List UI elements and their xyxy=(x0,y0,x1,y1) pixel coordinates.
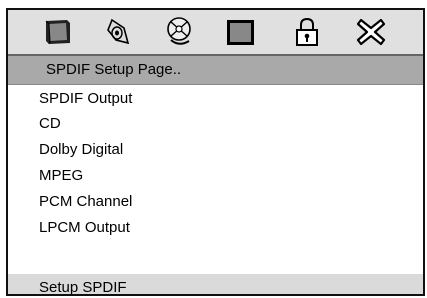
setup-category-bar xyxy=(8,10,423,56)
menu-item-spdif-output[interactable]: SPDIF Output xyxy=(39,90,132,112)
audio-speaker-icon[interactable] xyxy=(102,16,134,48)
page-title-bar: SPDIF Setup Page.. xyxy=(8,56,423,85)
status-text: Setup SPDIF xyxy=(39,279,127,296)
video-screen-icon[interactable] xyxy=(224,16,256,48)
status-bar: Setup SPDIF xyxy=(8,274,423,296)
menu-item-dolby-digital[interactable]: Dolby Digital xyxy=(39,141,123,163)
tv-screen-icon[interactable] xyxy=(42,16,74,48)
exit-icon[interactable] xyxy=(355,16,387,48)
menu-item-cd[interactable]: CD xyxy=(39,115,61,137)
menu-item-pcm-channel[interactable]: PCM Channel xyxy=(39,193,132,215)
page-title: SPDIF Setup Page.. xyxy=(46,61,182,78)
menu-item-mpeg[interactable]: MPEG xyxy=(39,167,83,189)
lock-icon[interactable] xyxy=(291,16,323,48)
setup-menu-window: SPDIF Setup Page.. SPDIF Output CD Dolby… xyxy=(6,8,425,296)
disc-icon[interactable] xyxy=(163,16,195,48)
menu-item-lpcm-output[interactable]: LPCM Output xyxy=(39,219,130,241)
